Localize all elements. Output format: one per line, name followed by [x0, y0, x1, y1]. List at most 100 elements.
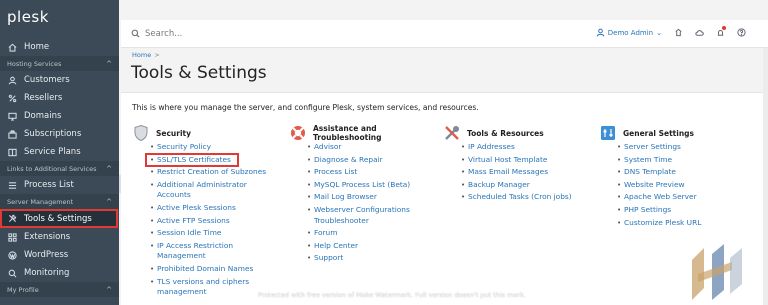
link-restrict-subzones[interactable]: Restrict Creation of Subzones [150, 167, 282, 178]
sidebar-item-label: Monitoring [24, 268, 70, 278]
section-title: General Settings [623, 128, 695, 138]
sidebar-item-subscriptions[interactable]: Subscriptions [0, 125, 119, 143]
link-security-policy[interactable]: Security Policy [150, 142, 282, 153]
link-help-center[interactable]: Help Center [307, 241, 439, 252]
section-title: Tools & Resources [467, 128, 544, 138]
assistance-header: Assistance and Troubleshooting [289, 124, 439, 142]
sidebar-item-label: WordPress [24, 250, 69, 260]
security-links: Security Policy SSL/TLS Certificates Res… [145, 142, 282, 298]
intro-text: This is where you manage the server, and… [132, 103, 479, 112]
tools-icon [7, 214, 18, 223]
link-mysql-process-list[interactable]: MySQL Process List (Beta) [307, 180, 439, 191]
user-toolbar: Demo Admin ⌄ [596, 26, 746, 37]
link-advisor[interactable]: Advisor [307, 142, 439, 153]
sidebar-section-my-profile[interactable]: My Profile ^ [0, 282, 119, 297]
chevron-up-icon: ^ [106, 197, 112, 206]
user-menu[interactable]: Demo Admin ⌄ [596, 28, 662, 37]
sidebar-item-domains[interactable]: Domains [0, 107, 119, 125]
top-bar: Search... Demo Admin ⌄ [121, 20, 768, 48]
sidebar-item-home[interactable]: Home [0, 38, 119, 56]
sidebar-item-monitoring[interactable]: Monitoring [0, 264, 119, 282]
sidebar-item-resellers[interactable]: Resellers [0, 89, 119, 107]
tools-resources-links: IP Addresses Virtual Host Template Mass … [461, 142, 588, 203]
link-prohibited-domains[interactable]: Prohibited Domain Names [150, 264, 282, 275]
assistance-links: Advisor Diagnose & Repair Process List M… [307, 142, 439, 264]
link-virtual-host-template[interactable]: Virtual Host Template [461, 155, 588, 166]
settings-panel-icon [599, 124, 617, 142]
user-name: Demo Admin [607, 28, 654, 37]
sidebar-item-extensions[interactable]: Extensions [0, 228, 119, 246]
link-forum[interactable]: Forum [307, 228, 439, 239]
link-backup-manager[interactable]: Backup Manager [461, 180, 588, 191]
link-session-idle-time[interactable]: Session Idle Time [150, 228, 282, 239]
sidebar-item-label: Extensions [24, 232, 71, 242]
link-apache-web-server[interactable]: Apache Web Server [617, 192, 749, 203]
sidebar-section-label: Server Management [7, 197, 74, 206]
list-icon [7, 181, 18, 190]
sidebar-item-process-list[interactable]: Process List [0, 176, 119, 194]
link-website-preview[interactable]: Website Preview [617, 180, 749, 191]
link-customize-plesk-url[interactable]: Customize Plesk URL [617, 218, 749, 229]
link-system-time[interactable]: System Time [617, 155, 749, 166]
link-additional-admin-accounts[interactable]: Additional Administrator Accounts [150, 180, 282, 201]
search-placeholder: Search... [145, 28, 183, 39]
sidebar-item-label: Domains [24, 111, 62, 121]
notifications-icon[interactable] [716, 26, 726, 37]
home-icon [7, 43, 18, 52]
plesk-logo[interactable]: plesk [0, 0, 119, 38]
sidebar-section-server-management[interactable]: Server Management ^ [0, 194, 119, 209]
lifebuoy-icon[interactable] [674, 28, 683, 37]
link-scheduled-tasks[interactable]: Scheduled Tasks (Cron jobs) [461, 192, 588, 203]
sidebar-item-label: Service Plans [24, 147, 81, 157]
search-icon [131, 29, 140, 38]
wordpress-icon [7, 250, 18, 260]
stack-icon [7, 129, 18, 139]
sidebar-item-label: Home [24, 42, 50, 52]
link-ip-access-restriction[interactable]: IP Access Restriction Management [150, 241, 282, 262]
sidebar-item-label: Customers [24, 75, 70, 85]
chevron-up-icon: ^ [106, 285, 112, 294]
user-icon [7, 76, 18, 85]
link-mail-log-browser[interactable]: Mail Log Browser [307, 192, 439, 203]
link-ip-addresses[interactable]: IP Addresses [461, 142, 588, 153]
link-dns-template[interactable]: DNS Template [617, 167, 749, 178]
breadcrumb: Home > [132, 51, 160, 59]
sidebar-item-service-plans[interactable]: Service Plans [0, 143, 119, 161]
link-diagnose-repair[interactable]: Diagnose & Repair [307, 155, 439, 166]
sidebar-item-wordpress[interactable]: WordPress [0, 246, 119, 264]
magnifier-icon [7, 269, 18, 278]
page-scrollbar[interactable] [763, 48, 768, 305]
search-input[interactable]: Search... [131, 29, 431, 39]
watermark-text: Protected with free version of Make Wate… [258, 291, 526, 299]
general-settings-header: General Settings [599, 125, 749, 141]
sidebar-section-links-additional[interactable]: Links to Additional Services ^ [0, 161, 119, 176]
sidebar-item-tools-settings[interactable]: Tools & Settings [0, 209, 118, 228]
link-mass-email[interactable]: Mass Email Messages [461, 167, 588, 178]
sidebar-item-label: Resellers [24, 93, 63, 103]
sidebar-item-customers[interactable]: Customers [0, 71, 119, 89]
general-settings-column: General Settings Server Settings System … [599, 125, 749, 230]
sidebar-section-hosting-services[interactable]: Hosting Services ^ [0, 56, 119, 71]
link-php-settings[interactable]: PHP Settings [617, 205, 749, 216]
link-ssl-tls-certificates[interactable]: SSL/TLS Certificates [145, 152, 239, 168]
link-server-settings[interactable]: Server Settings [617, 142, 749, 153]
security-column: Security Security Policy SSL/TLS Certifi… [132, 124, 282, 300]
sidebar-item-label: Process List [24, 180, 74, 190]
breadcrumb-separator: > [154, 51, 160, 59]
breadcrumb-home-link[interactable]: Home [132, 51, 151, 59]
help-icon[interactable] [737, 28, 746, 37]
user-icon [596, 28, 605, 37]
monitor-icon [7, 112, 18, 121]
link-process-list[interactable]: Process List [307, 167, 439, 178]
shield-icon [132, 124, 150, 142]
watermark-logo-icon [692, 244, 742, 300]
link-support[interactable]: Support [307, 253, 439, 264]
page-title: Tools & Settings [131, 63, 267, 83]
tools-icon [443, 124, 461, 142]
page-header: Home > Tools & Settings [121, 48, 768, 92]
link-webserver-troubleshooter[interactable]: Webserver Configurations Troubleshooter [307, 205, 439, 226]
link-active-plesk-sessions[interactable]: Active Plesk Sessions [150, 203, 282, 214]
sidebar-item-label: Tools & Settings [24, 213, 92, 224]
link-active-ftp-sessions[interactable]: Active FTP Sessions [150, 216, 282, 227]
cloud-icon[interactable] [695, 28, 704, 37]
